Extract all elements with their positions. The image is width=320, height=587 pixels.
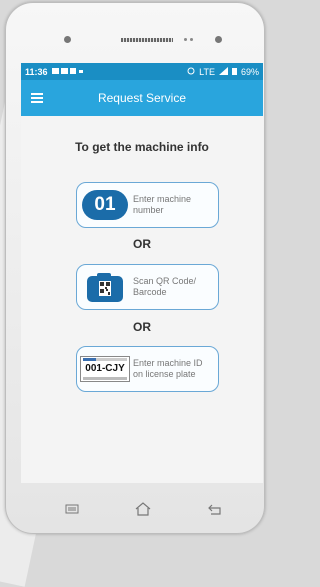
screen: 11:36 LTE 69% Request Service To get the… <box>21 63 263 483</box>
or-separator: OR <box>133 237 151 251</box>
license-plate-icon: 001-CJY <box>77 356 133 382</box>
camera-qr-icon <box>77 271 133 303</box>
earpiece-speaker <box>121 38 173 42</box>
option-label: Barcode <box>133 287 167 297</box>
front-camera-icon <box>64 36 71 43</box>
network-icon: LTE <box>199 66 215 77</box>
option-label: number <box>133 205 164 215</box>
page-title: Request Service <box>97 91 187 105</box>
section-heading: To get the machine info <box>75 140 209 154</box>
number-badge-icon: 01 <box>77 190 133 220</box>
sensor-icon <box>190 38 193 41</box>
recent-apps-icon[interactable] <box>62 499 82 519</box>
sensor-icon <box>184 38 187 41</box>
enter-license-plate-button[interactable]: 001-CJY Enter machine ID on license plat… <box>76 346 219 392</box>
or-separator: OR <box>133 320 151 334</box>
navigation-bar <box>6 491 264 531</box>
home-icon[interactable] <box>133 499 153 519</box>
scan-qr-code-button[interactable]: Scan QR Code/ Barcode <box>76 264 219 310</box>
proximity-sensor-icon <box>215 36 222 43</box>
option-label: Enter machine ID <box>133 358 203 368</box>
status-bar: 11:36 LTE 69% <box>21 63 263 80</box>
option-label: on license plate <box>133 369 196 379</box>
option-label: Enter machine <box>133 194 192 204</box>
option-label: Scan QR Code/ <box>133 276 197 286</box>
battery-percent: 69% <box>240 66 259 77</box>
enter-machine-number-button[interactable]: 01 Enter machine number <box>76 182 219 228</box>
hamburger-menu-icon[interactable] <box>31 93 43 103</box>
battery-icon <box>231 67 237 77</box>
app-bar: Request Service <box>21 80 263 116</box>
signal-icon <box>218 66 228 77</box>
back-icon[interactable] <box>205 499 225 519</box>
status-time: 11:36 <box>25 66 48 77</box>
notification-icon <box>51 67 84 77</box>
alarm-icon <box>187 67 195 77</box>
plate-id: 001-CJY <box>85 363 125 374</box>
phone-frame: 11:36 LTE 69% Request Service To get the… <box>5 2 265 534</box>
